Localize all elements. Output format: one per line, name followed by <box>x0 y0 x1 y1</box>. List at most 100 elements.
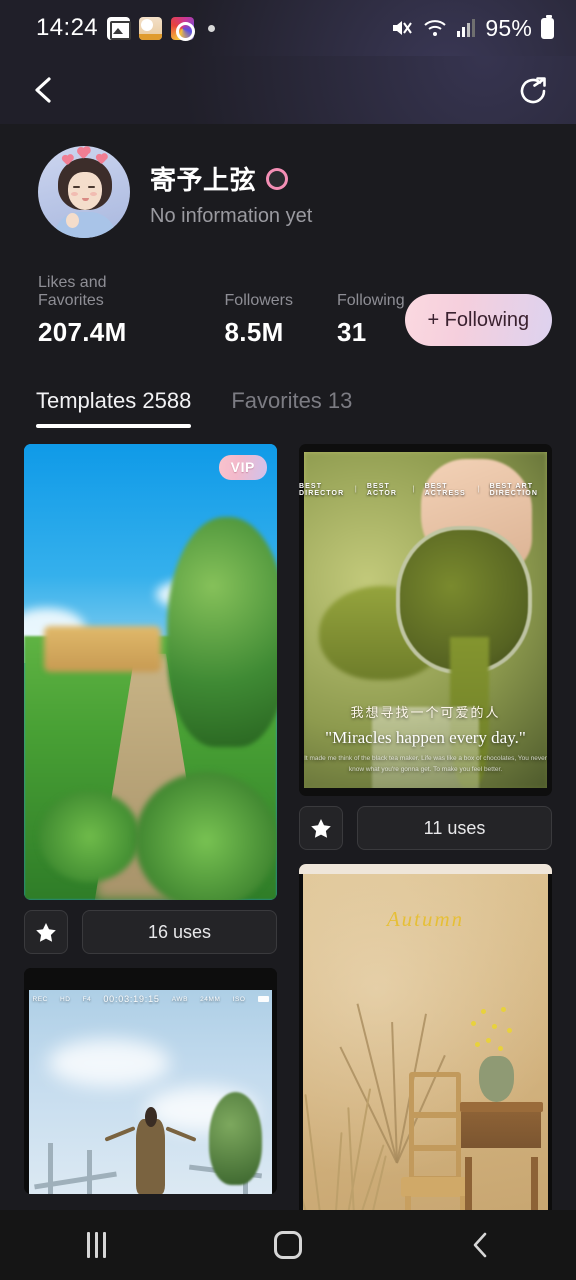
template-caption: 我想寻找一个可爱的人 "Miracles happen every day." … <box>299 702 552 775</box>
overlay-item: ISO <box>232 995 246 1003</box>
avatar-hearts-icon <box>60 147 110 166</box>
recents-icon <box>86 1232 106 1258</box>
template-actions: 16 uses <box>24 910 277 954</box>
uses-button[interactable]: 11 uses <box>357 806 552 850</box>
bush-shape <box>135 772 277 900</box>
overlay-battery-icon <box>257 996 269 1002</box>
avatar-blush-right <box>90 192 97 196</box>
dried-grass-shape <box>303 1079 388 1218</box>
status-bar: 14:24 95% <box>0 0 576 56</box>
cloud-shape <box>48 1038 170 1088</box>
template-thumbnail[interactable]: REC HD F4 00:03:19:15 AWB 24MM ISO <box>24 968 277 1194</box>
battery-percent: 95% <box>485 14 532 41</box>
status-bar-right: 95% <box>390 14 554 42</box>
back-chevron-icon[interactable] <box>30 75 56 105</box>
home-icon <box>274 1231 302 1259</box>
status-time: 14:24 <box>36 14 99 41</box>
stat-label: Likes and Favorites <box>38 274 107 309</box>
avatar[interactable] <box>38 146 130 238</box>
camera-icon <box>139 16 163 40</box>
page-title: 寄予上弦 <box>150 165 257 195</box>
overlay-item: HD <box>59 995 71 1003</box>
bush-shape <box>39 790 141 882</box>
instagram-icon <box>171 16 196 41</box>
stat-value: 8.5M <box>224 317 284 347</box>
favorite-button[interactable] <box>299 806 343 850</box>
status-bar-left: 14:24 <box>36 14 216 42</box>
avatar-eye-right <box>88 186 95 188</box>
side-table-shape <box>459 1102 544 1218</box>
star-icon <box>36 922 56 942</box>
award-separator: | <box>477 486 481 494</box>
award-label: BEST DIRECTOR <box>299 482 345 497</box>
overlay-item: AWB <box>171 995 189 1003</box>
foliage-shape <box>208 1091 263 1186</box>
template-thumbnail[interactable]: Autumn <box>299 864 552 1218</box>
award-label: BEST ACTOR <box>366 482 398 497</box>
caption-subtext: It made me think of the black tea maker.… <box>304 755 547 773</box>
profile-bio: No information yet <box>150 205 313 227</box>
female-gender-icon <box>266 167 289 190</box>
tab-templates[interactable]: Templates 2588 <box>36 388 192 428</box>
profile-tabs: Templates 2588 Favorites 13 <box>0 348 576 428</box>
template-card-garden: VIP 16 uses <box>24 444 277 954</box>
wifi-icon <box>424 20 447 36</box>
templates-grid: VIP 16 uses REC HD F4 00:03:19:15 AWB 24… <box>0 428 576 1218</box>
top-edge <box>299 864 552 874</box>
signal-icon <box>457 19 476 37</box>
avatar-face <box>68 172 102 210</box>
android-nav-bar <box>0 1210 576 1280</box>
share-circle-icon[interactable] <box>516 73 550 107</box>
stat-following[interactable]: Following 31 <box>337 292 405 348</box>
letterbox-bar <box>24 968 277 990</box>
grid-column-right: BEST DIRECTOR | BEST ACTOR | BEST ACTRES… <box>299 444 552 1218</box>
caption-english: "Miracles happen every day." <box>325 728 526 748</box>
stat-value: 31 <box>337 317 367 347</box>
star-icon <box>311 818 331 838</box>
person-shape <box>135 1118 166 1194</box>
stats-row: Likes and Favorites 207.4M Followers 8.5… <box>0 238 576 348</box>
avatar-hand <box>66 213 79 228</box>
award-separator: | <box>354 486 358 494</box>
award-label: BEST ACTRESS <box>424 482 466 497</box>
stat-likes-and-favorites[interactable]: Likes and Favorites 207.4M <box>38 274 173 348</box>
awards-strip: BEST DIRECTOR | BEST ACTOR | BEST ACTRES… <box>299 483 552 497</box>
overlay-item: F4 <box>82 995 92 1003</box>
phone-screen: 14:24 95% 寄予上弦 No information yet Likes … <box>0 0 576 1280</box>
following-button[interactable]: + Following <box>404 294 552 346</box>
tab-favorites[interactable]: Favorites 13 <box>231 388 352 428</box>
template-title: Autumn <box>386 906 465 931</box>
stat-followers[interactable]: Followers 8.5M <box>225 292 293 348</box>
overlay-item: 24MM <box>200 995 221 1003</box>
recents-button[interactable] <box>56 1210 136 1280</box>
grid-column-left: VIP 16 uses REC HD F4 00:03:19:15 AWB 24… <box>24 444 277 1218</box>
battery-icon <box>541 14 554 39</box>
award-label: BEST ART DIRECTION <box>489 482 538 497</box>
profile-header: 寄予上弦 No information yet <box>0 124 576 238</box>
stat-label: Following <box>337 292 405 309</box>
template-thumbnail[interactable]: BEST DIRECTOR | BEST ACTOR | BEST ACTRES… <box>299 444 552 796</box>
stat-label: Followers <box>224 292 293 309</box>
bench-shape <box>44 626 161 672</box>
overlay-item: REC <box>32 995 48 1003</box>
home-button[interactable] <box>248 1210 328 1280</box>
avatar-body <box>54 212 116 238</box>
template-card-matcha: BEST DIRECTOR | BEST ACTOR | BEST ACTRES… <box>299 444 552 850</box>
back-icon <box>473 1232 487 1258</box>
notification-dot-icon <box>208 24 216 32</box>
timecode: 00:03:19:15 <box>103 994 160 1004</box>
flower-shape <box>465 1003 524 1064</box>
uses-button[interactable]: 16 uses <box>82 910 277 954</box>
favorite-button[interactable] <box>24 910 68 954</box>
award-separator: | <box>412 486 416 494</box>
mute-icon <box>393 21 413 35</box>
profile-name-row: 寄予上弦 <box>150 160 312 197</box>
avatar-blush-left <box>71 192 78 196</box>
avatar-eye-left <box>73 186 80 188</box>
profile-info: 寄予上弦 No information yet <box>150 156 312 228</box>
template-card-sky: REC HD F4 00:03:19:15 AWB 24MM ISO <box>24 968 277 1194</box>
tree-shape <box>167 516 277 747</box>
back-button[interactable] <box>440 1210 520 1280</box>
stat-value: 207.4M <box>38 317 127 347</box>
template-thumbnail[interactable]: VIP <box>24 444 277 900</box>
